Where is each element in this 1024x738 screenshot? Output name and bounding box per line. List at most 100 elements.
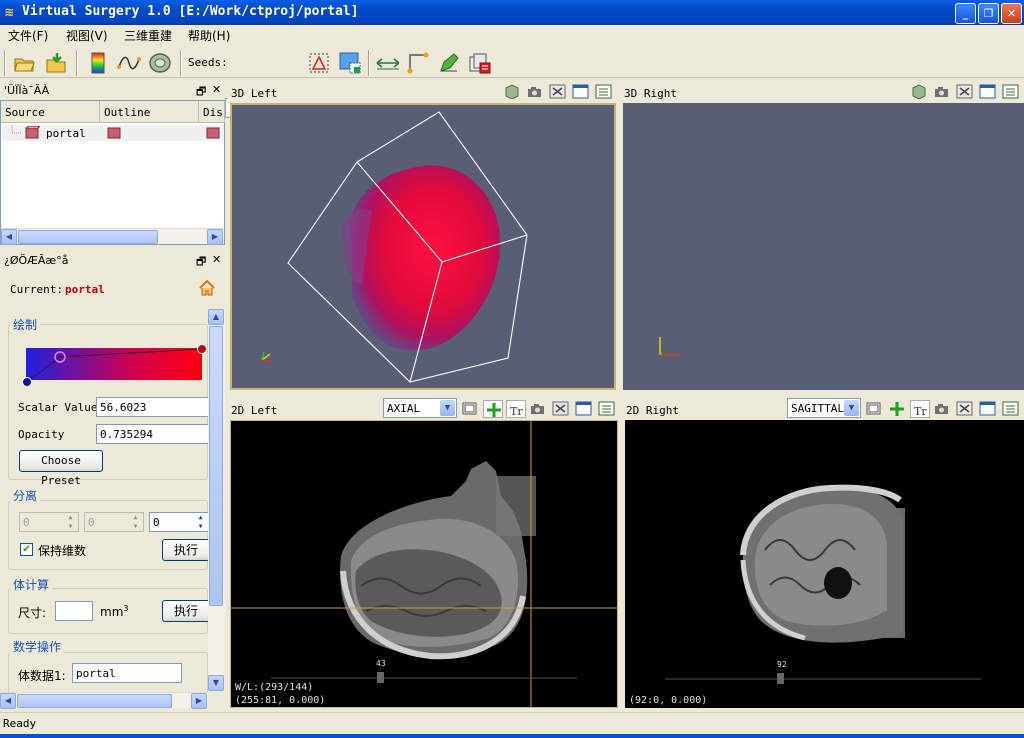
choose-preset-button[interactable]: Choose Preset [19,450,103,487]
reset-view-icon[interactable] [552,401,569,416]
cube-icon[interactable] [910,84,927,99]
scalar-value-input[interactable]: 56.6023 [96,397,210,417]
vol1-input[interactable]: portal [72,663,182,683]
menu-file[interactable]: 文件(F) [8,27,48,44]
scroll-left-icon[interactable]: ◀ [0,693,16,709]
maximize-view-icon[interactable] [575,401,592,416]
orientation-select-left[interactable]: AXIAL ▼ [383,398,457,418]
menu-reconstruct-3d[interactable]: 三维重建 [124,27,172,44]
view-3d-right[interactable] [623,103,1024,390]
import-icon[interactable] [44,51,68,75]
close-panel-icon[interactable]: ✕ [212,253,221,266]
close-panel-icon[interactable]: ✕ [212,83,221,96]
seeds-label: Seeds: [188,56,228,69]
toolbar-grip [4,50,6,76]
scroll-right-icon[interactable]: ▶ [191,693,207,709]
column-outline[interactable]: Outline [100,101,199,123]
transfer-function-editor[interactable] [20,342,210,388]
crosshair-add-icon[interactable] [887,400,907,418]
camera-icon[interactable] [529,401,546,416]
text-annotation-icon[interactable]: Tr [506,400,526,418]
curve-icon[interactable] [117,51,141,75]
camera-icon[interactable] [526,84,543,99]
scroll-thumb[interactable] [209,326,223,606]
props-vscrollbar[interactable]: ▲ ▼ [208,309,225,691]
window-level-icon[interactable] [461,401,478,416]
view-settings-icon[interactable] [1002,401,1019,416]
edit-pen-icon[interactable] [437,51,461,75]
column-source[interactable]: Source [1,101,100,123]
view-settings-icon[interactable] [1002,84,1019,99]
menu-help[interactable]: 帮助(H) [188,27,230,44]
maximize-button[interactable]: ❐ [978,3,999,24]
view-3d-right-header: 3D Right [620,81,1024,103]
maximize-view-icon[interactable] [979,401,996,416]
cube-icon[interactable] [503,84,520,99]
source-hscrollbar[interactable]: ◀ ▶ [1,228,224,245]
table-row[interactable]: portal [2,125,224,141]
window-level-icon[interactable] [865,401,882,416]
display-toggle-icon[interactable] [205,126,221,140]
select-region-icon[interactable] [307,51,331,75]
spinner-arrows-icon[interactable]: ▲ ▼ [63,513,78,531]
minimize-button[interactable]: _ [955,3,976,24]
props-hscrollbar[interactable]: ◀ ▶ [0,692,208,709]
scroll-thumb[interactable] [18,230,158,244]
toolbar-separator [76,50,78,76]
view-2d-right-header: 2D Right SAGITTAL ▼ Tr [622,398,1024,420]
view-3d-left[interactable] [230,103,616,390]
layers-icon[interactable] [468,51,492,75]
volume-icon[interactable] [24,126,40,140]
scroll-right-icon[interactable]: ▶ [207,229,223,245]
spin-z[interactable]: 0 ▲ ▼ [149,512,209,532]
slice-index-left: 43 [376,659,386,668]
spinner-arrows-icon[interactable]: ▲ ▼ [193,513,208,531]
opacity-input[interactable]: 0.735294 [96,424,210,444]
view-2d-right-title: 2D Right [626,404,679,417]
reset-view-icon[interactable] [549,84,566,99]
orientation-right-value: SAGITTAL [791,402,844,415]
keep-dims-checkbox[interactable]: ✔ [20,543,33,556]
screenshot-region-icon[interactable] [338,51,362,75]
crosshair-add-icon[interactable] [483,400,503,418]
chevron-down-icon: ▼ [440,400,455,416]
axes-orientation-icon [261,351,273,363]
ring-icon[interactable] [148,51,172,75]
colormap-icon[interactable] [86,51,110,75]
unit-superscript: 3 [123,604,129,613]
reset-view-icon[interactable] [956,401,973,416]
size-input[interactable] [55,601,93,621]
camera-icon[interactable] [933,84,950,99]
view-2d-right[interactable]: 92 (92:0, 0.000) [625,420,1024,708]
view-2d-left[interactable]: 43 W/L:(293/144) (255:81, 0.000) [230,420,618,708]
maximize-view-icon[interactable] [572,84,589,99]
spin-x[interactable]: 0 ▲ ▼ [19,512,79,532]
view-settings-icon[interactable] [598,401,615,416]
camera-icon[interactable] [933,401,950,416]
outline-toggle-icon[interactable] [106,126,122,140]
measure-angle-icon[interactable] [406,51,430,75]
spin-y[interactable]: 0 ▲ ▼ [84,512,144,532]
open-folder-icon[interactable] [12,51,36,75]
spin-y-value: 0 [88,516,95,529]
column-display[interactable]: Dis [199,101,225,123]
source-panel-header: 'ÜÏÏà¯ÃÀ 🗗 ✕ [0,82,225,100]
view-settings-icon[interactable] [595,84,612,99]
scroll-up-icon[interactable]: ▲ [208,309,224,325]
cursor-readout-left: (255:81, 0.000) [235,695,326,706]
scroll-down-icon[interactable]: ▼ [208,675,224,691]
orientation-select-right[interactable]: SAGITTAL ▼ [787,398,861,418]
volume-execute-button[interactable]: 执行 [162,600,210,622]
reset-view-icon[interactable] [956,84,973,99]
maximize-view-icon[interactable] [979,84,996,99]
close-button[interactable]: ✕ [1001,3,1022,24]
scroll-thumb[interactable] [17,694,172,708]
menu-view[interactable]: 视图(V) [66,27,108,44]
home-icon[interactable] [198,279,216,297]
scroll-left-icon[interactable]: ◀ [1,229,17,245]
text-annotation-icon[interactable]: Tr [910,400,930,418]
spin-x-value: 0 [23,516,30,529]
separate-execute-button[interactable]: 执行 [162,539,210,561]
spinner-arrows-icon[interactable]: ▲ ▼ [128,513,143,531]
measure-distance-icon[interactable] [375,51,399,75]
